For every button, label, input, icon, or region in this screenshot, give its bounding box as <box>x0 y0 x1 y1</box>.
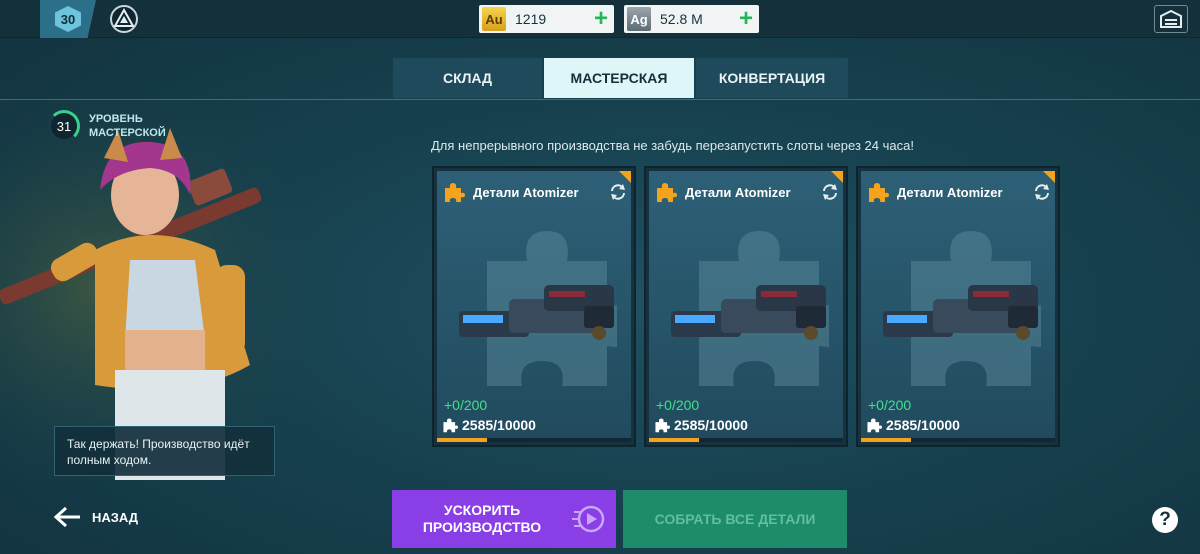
card-progress-bar <box>437 438 631 442</box>
speed-up-label: УСКОРИТЬ ПРОИЗВОДСТВО <box>422 502 542 535</box>
card-gain: +0/200 <box>868 397 912 413</box>
restart-hint: Для непрерывного производства не забудь … <box>431 138 914 153</box>
collect-all-parts-button[interactable]: СОБРАТЬ ВСЕ ДЕТАЛИ <box>623 490 847 548</box>
tab-conversion[interactable]: КОНВЕРТАЦИЯ <box>696 58 848 98</box>
add-gold-button[interactable]: + <box>588 7 614 31</box>
atomizer-weapon-image <box>671 285 826 340</box>
refresh-icon[interactable] <box>609 183 627 201</box>
back-label: НАЗАД <box>92 509 139 525</box>
rank-emblem-icon[interactable] <box>107 4 141 34</box>
gold-icon: Au <box>482 7 506 31</box>
refresh-icon[interactable] <box>1033 183 1051 201</box>
card-progress-fill <box>437 438 488 442</box>
card-progress-value: 2585/10000 <box>886 417 960 433</box>
back-arrow-icon <box>54 506 80 528</box>
atomizer-weapon-image <box>459 285 614 340</box>
card-gain: +0/200 <box>656 397 700 413</box>
card-title: Детали Atomizer <box>473 184 579 200</box>
refresh-icon[interactable] <box>821 183 839 201</box>
workshop-level: 31 УРОВЕНЬ МАСТЕРСКОЙ <box>48 110 189 142</box>
card-progress-value: 2585/10000 <box>462 417 536 433</box>
parts-small-icon <box>443 418 458 433</box>
card-progress-value: 2585/10000 <box>674 417 748 433</box>
character-speech-bubble: Так держать! Производство идёт полным хо… <box>54 426 275 476</box>
player-level-value: 30 <box>55 6 81 32</box>
atomizer-weapon-image <box>883 285 1038 340</box>
parts-puzzle-icon <box>657 183 677 202</box>
card-progress-fill <box>649 438 700 442</box>
production-slot-card[interactable]: Детали Atomizer +0/200 2585/10000 <box>432 166 636 447</box>
mechanic-character-illustration <box>0 100 400 480</box>
production-slot-card[interactable]: Детали Atomizer +0/200 2585/10000 <box>856 166 1060 447</box>
gold-value: 1219 <box>515 11 547 27</box>
card-progress: 2585/10000 <box>654 417 748 433</box>
card-title: Детали Atomizer <box>685 184 791 200</box>
workshop-level-label: УРОВЕНЬ МАСТЕРСКОЙ <box>89 113 166 139</box>
production-slot-card[interactable]: Детали Atomizer +0/200 2585/10000 <box>644 166 848 447</box>
tab-bar: СКЛАД МАСТЕРСКАЯ КОНВЕРТАЦИЯ <box>393 58 850 98</box>
top-bar: 30 Au 1219 + Ag 52.8 M + <box>0 0 1200 38</box>
parts-puzzle-icon <box>869 183 889 202</box>
card-title: Детали Atomizer <box>897 184 1003 200</box>
tab-workshop[interactable]: МАСТЕРСКАЯ <box>544 58 694 98</box>
parts-small-icon <box>867 418 882 433</box>
workshop-level-ring: 31 <box>48 110 80 142</box>
silver-value: 52.8 M <box>660 11 703 27</box>
gold-currency: Au 1219 + <box>479 5 614 33</box>
card-progress-fill <box>861 438 912 442</box>
add-silver-button[interactable]: + <box>733 7 759 31</box>
fast-forward-icon <box>572 505 605 533</box>
speed-up-production-button[interactable]: УСКОРИТЬ ПРОИЗВОДСТВО <box>392 490 616 548</box>
silver-icon: Ag <box>627 7 651 31</box>
garage-icon <box>1160 10 1182 28</box>
card-progress: 2585/10000 <box>442 417 536 433</box>
help-button[interactable]: ? <box>1152 507 1178 533</box>
tab-storage[interactable]: СКЛАД <box>393 58 542 98</box>
back-button[interactable]: НАЗАД <box>54 506 138 528</box>
silver-currency: Ag 52.8 M + <box>624 5 759 33</box>
player-level-badge[interactable]: 30 <box>40 0 96 38</box>
card-progress-bar <box>861 438 1055 442</box>
parts-small-icon <box>655 418 670 433</box>
parts-puzzle-icon <box>445 183 465 202</box>
card-progress: 2585/10000 <box>866 417 960 433</box>
garage-button[interactable] <box>1154 5 1188 33</box>
card-gain: +0/200 <box>444 397 488 413</box>
card-progress-bar <box>649 438 843 442</box>
